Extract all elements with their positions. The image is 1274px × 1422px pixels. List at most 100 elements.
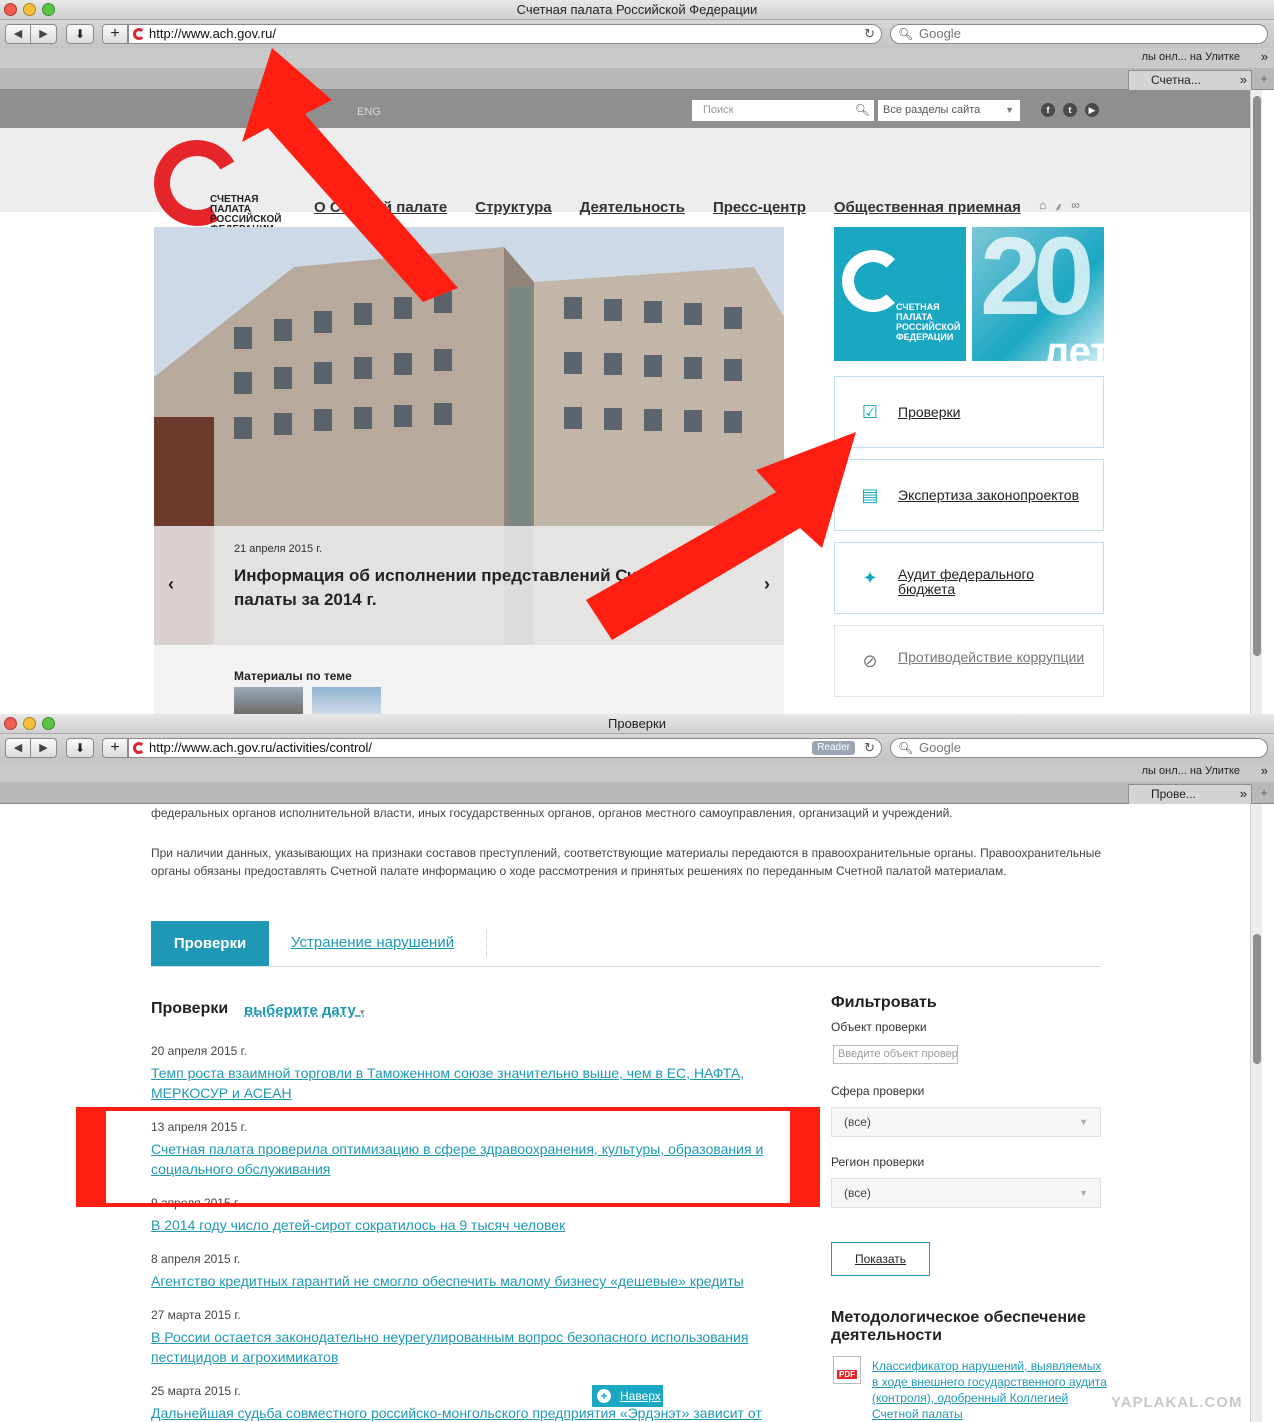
window-title: Проверки <box>608 716 666 731</box>
item-link[interactable]: Темп роста взаимной торговли в Таможенно… <box>151 1065 744 1101</box>
downloads-button[interactable]: ⬇ <box>66 738 94 758</box>
service-card-anticorruption[interactable]: ⊘ Противодействие коррупции <box>834 625 1104 697</box>
service-label: Экспертиза законопроектов <box>898 487 1080 503</box>
methodology-title: Методологическое обеспечение деятельност… <box>831 1309 1086 1344</box>
filter-object-input[interactable]: Введите объект проверки <box>833 1045 958 1064</box>
news-slider[interactable]: ‹ 21 апреля 2015 г. Информация об исполн… <box>154 227 784 645</box>
sitemap-icon[interactable]: ⸙ <box>1054 198 1063 215</box>
section-select[interactable]: Все разделы сайта ▼ <box>878 100 1020 121</box>
main-navigation: О Счетной палате Структура Деятельность … <box>314 199 1021 216</box>
window-controls <box>4 3 55 16</box>
web-search-input[interactable]: 🔍︎ Google <box>890 24 1268 44</box>
eagle-emblem-icon: ✦ <box>862 568 878 588</box>
item-link[interactable]: В России остается законодательно неурегу… <box>151 1329 748 1365</box>
new-tab-button[interactable]: + <box>1256 71 1272 87</box>
item-link[interactable]: Агентство кредитных гарантий не смогло о… <box>151 1273 744 1289</box>
methodology-link[interactable]: Классификатор нарушений, выявляемых в хо… <box>872 1358 1108 1422</box>
back-button[interactable]: ◀ <box>5 24 31 44</box>
related-thumbnail[interactable] <box>234 687 303 714</box>
item-date: 27 марта 2015 г. <box>151 1308 241 1322</box>
nav-item-structure[interactable]: Структура <box>475 199 551 216</box>
back-to-top-button[interactable]: + Наверх <box>592 1385 663 1407</box>
bookmark-item[interactable]: лы онл... на Улитке <box>1142 51 1240 63</box>
filter-region-select[interactable]: (все) ▼ <box>831 1178 1101 1208</box>
chevron-left-icon[interactable]: ‹ <box>168 574 174 595</box>
twitter-icon[interactable]: t <box>1063 103 1077 117</box>
reader-button[interactable]: Reader <box>812 741 855 755</box>
scrollbar-thumb[interactable] <box>1253 96 1261 656</box>
promo-logo-text: СЧЕТНАЯ ПАЛАТА РОССИЙСКОЙ ФЕДЕРАЦИИ <box>896 302 961 342</box>
minimize-window-button[interactable] <box>23 717 36 730</box>
item-link[interactable]: Дальнейшая судьба совместного российско-… <box>151 1405 762 1421</box>
address-text: http://www.ach.gov.ru/activities/control… <box>149 740 373 755</box>
promo-logo-banner[interactable]: СЧЕТНАЯ ПАЛАТА РОССИЙСКОЙ ФЕДЕРАЦИИ <box>834 227 966 361</box>
intro-paragraph: федеральных органов исполнительной власт… <box>151 806 953 820</box>
web-search-input[interactable]: 🔍︎ Google <box>890 738 1268 758</box>
nav-item-activity[interactable]: Деятельность <box>580 199 685 216</box>
close-window-button[interactable] <box>4 3 17 16</box>
youtube-icon[interactable]: ▶ <box>1085 103 1099 117</box>
bookmarks-overflow-icon[interactable]: » <box>1261 49 1268 64</box>
date-picker[interactable]: выберите дату ▾ <box>244 1002 365 1019</box>
add-bookmark-button[interactable]: + <box>102 738 128 758</box>
related-materials-title: Материалы по теме <box>234 669 352 683</box>
related-thumbnail[interactable] <box>312 687 381 714</box>
forward-button[interactable]: ▶ <box>31 24 57 44</box>
list-item: 8 апреля 2015 г. Агентство кредитных гар… <box>151 1252 791 1291</box>
item-date: 8 апреля 2015 г. <box>151 1252 241 1266</box>
scrollbar-thumb[interactable] <box>1253 934 1261 1064</box>
reload-icon[interactable]: ↻ <box>864 25 875 43</box>
home-icon[interactable]: ⌂ <box>1039 198 1046 215</box>
nav-item-about[interactable]: О Счетной палате <box>314 199 447 216</box>
browser-tab[interactable]: Счетна... » <box>1128 70 1252 90</box>
vertical-scrollbar[interactable] <box>1250 90 1262 714</box>
page-viewport: ENG Поиск 🔍︎ Все разделы сайта ▼ f t ▶ С… <box>0 90 1262 714</box>
browser-window-home: Счетная палата Российской Федерации ◀ ▶ … <box>0 0 1274 714</box>
address-bar[interactable]: http://www.ach.gov.ru/ ↻ <box>128 24 882 44</box>
chevron-right-icon[interactable]: › <box>764 574 770 595</box>
filter-object-label: Объект проверки <box>831 1020 927 1034</box>
reload-icon[interactable]: ↻ <box>864 739 875 757</box>
minimize-window-button[interactable] <box>23 3 36 16</box>
facebook-icon[interactable]: f <box>1041 103 1055 117</box>
back-button[interactable]: ◀ <box>5 738 31 758</box>
watermark: YAPLAKAL.COM <box>1111 1394 1243 1411</box>
nav-item-press[interactable]: Пресс-центр <box>713 199 806 216</box>
service-card-expertise[interactable]: ▤ Экспертиза законопроектов <box>834 459 1104 531</box>
zoom-window-button[interactable] <box>42 3 55 16</box>
section-select-value: Все разделы сайта <box>883 104 981 116</box>
list-item: 27 марта 2015 г. В России остается закон… <box>151 1308 791 1367</box>
bookmarks-overflow-icon[interactable]: » <box>1261 763 1268 778</box>
filter-sphere-value: (все) <box>844 1115 871 1129</box>
forward-button[interactable]: ▶ <box>31 738 57 758</box>
accessibility-glasses-icon[interactable]: ∞ <box>1071 198 1080 215</box>
service-card-budget-audit[interactable]: ✦ Аудит федерального бюджета <box>834 542 1104 614</box>
slide-date: 21 апреля 2015 г. <box>234 543 322 555</box>
slide-title[interactable]: Информация об исполнении представлений С… <box>234 564 704 612</box>
close-window-button[interactable] <box>4 717 17 730</box>
downloads-button[interactable]: ⬇ <box>66 24 94 44</box>
arrow-up-icon: + <box>597 1389 611 1403</box>
tabs-overflow-icon[interactable]: » <box>1240 71 1247 89</box>
tab-violations[interactable]: Устранение нарушений <box>291 934 454 951</box>
service-card-checks[interactable]: ☑ Проверки <box>834 376 1104 448</box>
vertical-scrollbar[interactable] <box>1250 804 1262 1422</box>
language-switch[interactable]: ENG <box>357 106 381 118</box>
site-search-input[interactable]: Поиск 🔍︎ <box>692 100 874 121</box>
new-tab-button[interactable]: + <box>1256 785 1272 801</box>
zoom-window-button[interactable] <box>42 717 55 730</box>
tabs-overflow-icon[interactable]: » <box>1240 785 1247 803</box>
tab-checks[interactable]: Проверки <box>151 921 269 966</box>
bookmark-item[interactable]: лы онл... на Улитке <box>1142 765 1240 777</box>
add-bookmark-button[interactable]: + <box>102 24 128 44</box>
promo-anniversary-banner[interactable]: 20 лет <box>972 227 1104 361</box>
search-icon[interactable]: 🔍︎ <box>855 100 870 121</box>
item-link[interactable]: В 2014 году число детей-сирот сократилос… <box>151 1217 565 1233</box>
red-highlight-frame <box>76 1107 820 1207</box>
address-bar[interactable]: http://www.ach.gov.ru/activities/control… <box>128 738 882 758</box>
browser-tab[interactable]: Прове... » <box>1128 784 1252 804</box>
show-button[interactable]: Показать <box>831 1242 930 1276</box>
chevron-down-icon: ▼ <box>1005 105 1014 115</box>
nav-item-reception[interactable]: Общественная приемная <box>834 199 1021 216</box>
filter-sphere-select[interactable]: (все) ▼ <box>831 1107 1101 1137</box>
